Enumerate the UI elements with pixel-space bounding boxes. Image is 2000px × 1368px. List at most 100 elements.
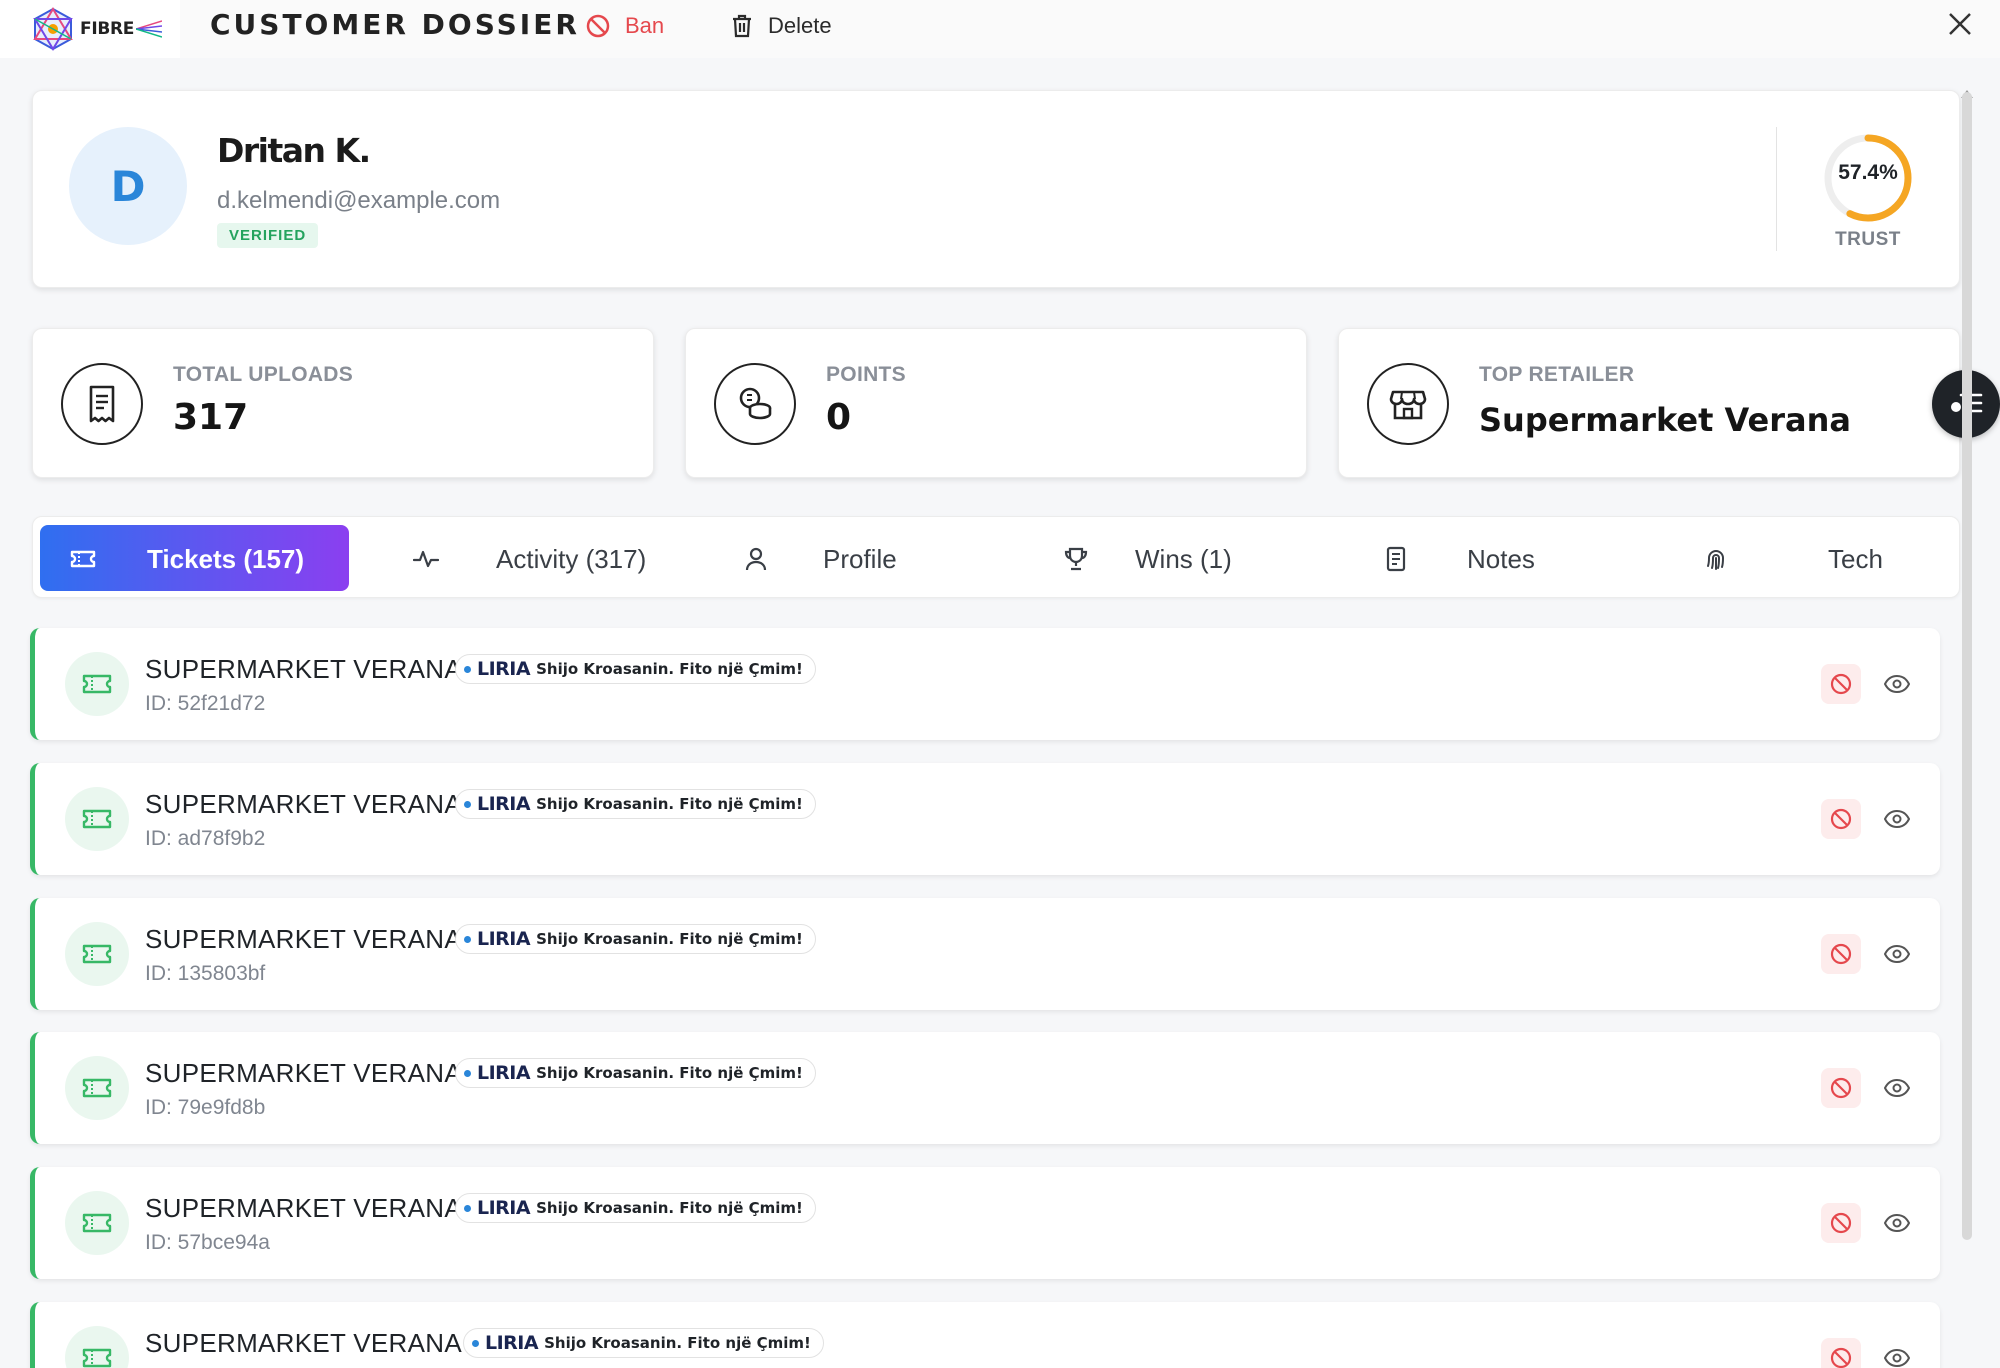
promo-badge: LIRIA Shijo Kroasanin. Fito një Çmim!: [455, 654, 816, 684]
promo-dot: [464, 800, 471, 808]
ban-ticket-button[interactable]: [1821, 664, 1861, 704]
stat-value: Supermarket Verana: [1479, 401, 1851, 439]
ticket-store: SUPERMARKET VERANA: [145, 789, 462, 819]
ban-ticket-button[interactable]: [1821, 1338, 1861, 1368]
stat-value: 0: [826, 397, 852, 438]
promo-text: Shijo Kroasanin. Fito një Çmim!: [536, 795, 803, 813]
promo-brand: LIRIA: [485, 1332, 539, 1354]
ban-icon: [1830, 1347, 1852, 1368]
promo-dot: [472, 1339, 479, 1347]
scrollbar[interactable]: [1962, 92, 1972, 1240]
page-title: CUSTOMER DOSSIER: [210, 8, 580, 41]
tab-label: Notes: [1467, 544, 1535, 574]
tab-tech[interactable]: Tech: [1663, 525, 1953, 591]
ticket-store: SUPERMARKET VERANA: [145, 924, 462, 954]
view-ticket-button[interactable]: [1877, 1338, 1917, 1368]
divider: [1776, 127, 1777, 251]
promo-text: Shijo Kroasanin. Fito një Çmim!: [544, 1334, 811, 1352]
ticket-id: ID: ad78f9b2: [145, 827, 266, 850]
promo-dot: [464, 665, 471, 673]
logo-text: FIBRE: [80, 19, 135, 39]
fingerprint-icon: [1707, 550, 1725, 570]
note-icon: [1386, 546, 1406, 572]
ticket-row[interactable]: SUPERMARKET VERANA ID: 57bce94a LIRIA Sh…: [30, 1167, 1940, 1279]
ticket-row[interactable]: SUPERMARKET VERANA ID: 52f21d72 LIRIA Sh…: [30, 628, 1940, 740]
tab-notes[interactable]: Notes: [1343, 525, 1643, 591]
stat-top-retailer: TOP RETAILER Supermarket Verana: [1338, 328, 1960, 478]
promo-badge: LIRIA Shijo Kroasanin. Fito një Çmim!: [455, 1058, 816, 1088]
tab-activity[interactable]: Activity (317): [383, 525, 683, 591]
ticket-store: SUPERMARKET VERANA: [145, 1193, 462, 1223]
promo-badge: LIRIA Shijo Kroasanin. Fito një Çmim!: [463, 1328, 824, 1358]
ticket-icon: [65, 922, 129, 986]
view-ticket-button[interactable]: [1877, 799, 1917, 839]
view-ticket-button[interactable]: [1877, 1068, 1917, 1108]
eye-icon: [1884, 674, 1910, 694]
promo-brand: LIRIA: [477, 658, 531, 680]
view-ticket-button[interactable]: [1877, 664, 1917, 704]
promo-badge: LIRIA Shijo Kroasanin. Fito një Çmim!: [455, 1193, 816, 1223]
coins-icon: [714, 363, 796, 445]
promo-dot: [464, 1069, 471, 1077]
tab-wins[interactable]: Wins (1): [1023, 525, 1323, 591]
stat-points: POINTS 0: [685, 328, 1307, 478]
tab-label: Tickets (157): [147, 544, 305, 574]
top-bar: FIBRE CUSTOMER DOSSIER Ban Delete: [0, 0, 2000, 58]
ban-ticket-button[interactable]: [1821, 1068, 1861, 1108]
ticket-icon: [65, 1056, 129, 1120]
tab-tickets[interactable]: Tickets (157): [40, 525, 349, 591]
logo-rays-icon: [136, 20, 163, 38]
customer-email: d.kelmendi@example.com: [217, 187, 501, 214]
ticket-id: ID: 57bce94a: [145, 1231, 270, 1254]
promo-dot: [464, 1204, 471, 1212]
trophy-icon: [1064, 547, 1088, 571]
delete-button[interactable]: Delete: [730, 8, 832, 44]
promo-dot: [464, 935, 471, 943]
eye-icon: [1884, 1348, 1910, 1368]
tab-profile[interactable]: Profile: [703, 525, 1003, 591]
ban-ticket-button[interactable]: [1821, 1203, 1861, 1243]
promo-text: Shijo Kroasanin. Fito një Çmim!: [536, 660, 803, 678]
logo: FIBRE: [0, 0, 180, 58]
view-ticket-button[interactable]: [1877, 1203, 1917, 1243]
ban-icon: [1830, 1077, 1852, 1099]
stat-total-uploads: TOTAL UPLOADS 317: [32, 328, 654, 478]
activity-icon: [413, 550, 439, 568]
promo-text: Shijo Kroasanin. Fito një Çmim!: [536, 930, 803, 948]
ticket-row[interactable]: SUPERMARKET VERANA ID: ad78f9b2 LIRIA Sh…: [30, 763, 1940, 875]
close-icon[interactable]: [1944, 8, 1976, 40]
ban-button[interactable]: Ban: [585, 8, 664, 44]
ban-label: Ban: [625, 13, 665, 38]
view-ticket-button[interactable]: [1877, 934, 1917, 974]
profile-card: D Dritan K. d.kelmendi@example.com VERIF…: [32, 90, 1960, 288]
tab-label: Profile: [823, 544, 897, 574]
promo-text: Shijo Kroasanin. Fito një Çmim!: [536, 1064, 803, 1082]
receipt-icon: [61, 363, 143, 445]
ban-icon: [1830, 943, 1852, 965]
promo-brand: LIRIA: [477, 1062, 531, 1084]
eye-icon: [1884, 1078, 1910, 1098]
avatar: D: [69, 127, 187, 245]
eye-icon: [1884, 809, 1910, 829]
tab-label: Activity (317): [496, 544, 647, 574]
ticket-icon: [65, 1191, 129, 1255]
ban-ticket-button[interactable]: [1821, 934, 1861, 974]
promo-badge: LIRIA Shijo Kroasanin. Fito një Çmim!: [455, 924, 816, 954]
ticket-row[interactable]: SUPERMARKET VERANA ID: 135803bf LIRIA Sh…: [30, 898, 1940, 1010]
ban-ticket-button[interactable]: [1821, 799, 1861, 839]
ticket-icon: [65, 787, 129, 851]
promo-badge: LIRIA Shijo Kroasanin. Fito një Çmim!: [455, 789, 816, 819]
ticket-icon: [65, 652, 129, 716]
tab-bar: Tickets (157) Activity (317) Profile Win…: [32, 516, 1960, 598]
promo-text: Shijo Kroasanin. Fito një Çmim!: [536, 1199, 803, 1217]
ticket-id: ID: 135803bf: [145, 962, 266, 985]
ticket-id: ID: 79e9fd8b: [145, 1096, 266, 1119]
trust-label: TRUST: [1835, 229, 1901, 250]
ticket-store: SUPERMARKET VERANA: [145, 1058, 462, 1088]
ticket-row[interactable]: SUPERMARKET VERANA LIRIA Shijo Kroasanin…: [30, 1302, 1940, 1368]
delete-label: Delete: [768, 13, 832, 38]
ticket-icon: [65, 1326, 129, 1368]
ticket-row[interactable]: SUPERMARKET VERANA ID: 79e9fd8b LIRIA Sh…: [30, 1032, 1940, 1144]
trash-icon: [733, 14, 751, 38]
ticket-store: SUPERMARKET VERANA: [145, 654, 462, 684]
